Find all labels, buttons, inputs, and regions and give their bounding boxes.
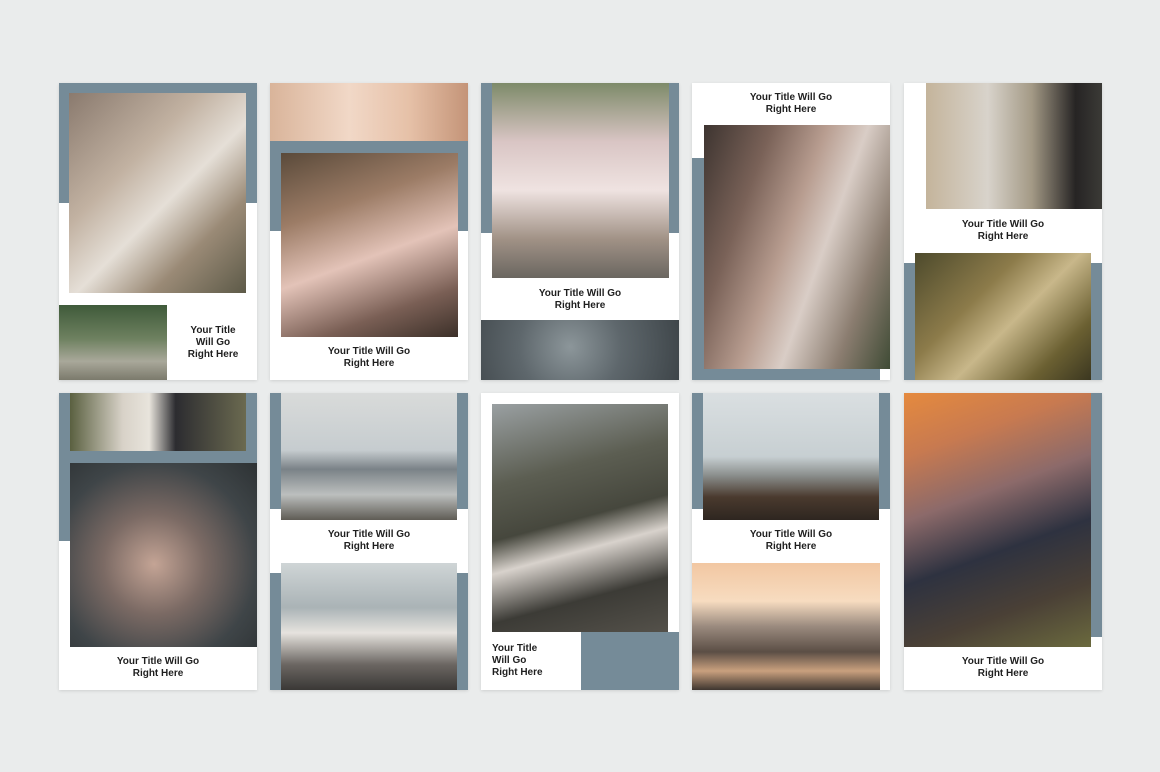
caption-title: Your Title Will Go Right Here [961, 219, 1045, 242]
photo-couple-watching-sunset [904, 393, 1091, 647]
photo-phone-hands [270, 83, 468, 141]
post-template-7: Your Title Will Go Right Here [270, 393, 468, 690]
caption-title: Your Title Will Go Right Here [961, 656, 1045, 679]
post-template-6: Your Title Will Go Right Here [59, 393, 257, 690]
caption-title: Your Title Will Go Right Here [749, 529, 833, 552]
post-template-8: Your Title Will Go Right Here [481, 393, 679, 690]
caption-title: Your Title Will Go Right Here [492, 643, 543, 678]
photo-couple-forest-rocks [492, 404, 668, 632]
photo-bride-crowd [281, 153, 458, 337]
photo-couple-field [926, 83, 1102, 209]
photo-couple-by-sea [281, 393, 457, 520]
photo-couple-walking-beach [281, 563, 457, 690]
photo-garden-sign [59, 305, 167, 380]
photo-couple-sunset-beach [692, 563, 880, 690]
photo-couple-grass [915, 253, 1091, 380]
post-template-9: Your Title Will Go Right Here [692, 393, 890, 690]
post-template-1: Your Title Will Go Right Here [59, 83, 257, 380]
photo-couple-coastal-rock [703, 393, 879, 520]
photo-couple-close-up [704, 125, 890, 369]
photo-hands-ring [70, 463, 257, 647]
template-preview-canvas: { "caption": "Your Title Will Go\nRight … [0, 0, 1160, 772]
post-template-4: Your Title Will Go Right Here [692, 83, 890, 380]
caption-title: Your Title Will Go Right Here [327, 346, 411, 369]
caption-title: Your Title Will Go Right Here [749, 92, 833, 115]
post-template-5: Your Title Will Go Right Here [904, 83, 1102, 380]
caption-title: Your Title Will Go Right Here [187, 325, 239, 360]
accent-block [581, 632, 679, 690]
photo-bridesmaids-balloons [492, 83, 669, 278]
photo-bride-bouquet [69, 93, 246, 293]
post-template-3: Your Title Will Go Right Here [481, 83, 679, 380]
post-template-2: Your Title Will Go Right Here [270, 83, 468, 380]
photo-wedding-rings [481, 320, 679, 380]
caption-title: Your Title Will Go Right Here [116, 656, 200, 679]
post-template-10: Your Title Will Go Right Here [904, 393, 1102, 690]
photo-couple-hands [70, 393, 246, 451]
caption-title: Your Title Will Go Right Here [538, 288, 622, 311]
caption-title: Your Title Will Go Right Here [327, 529, 411, 552]
